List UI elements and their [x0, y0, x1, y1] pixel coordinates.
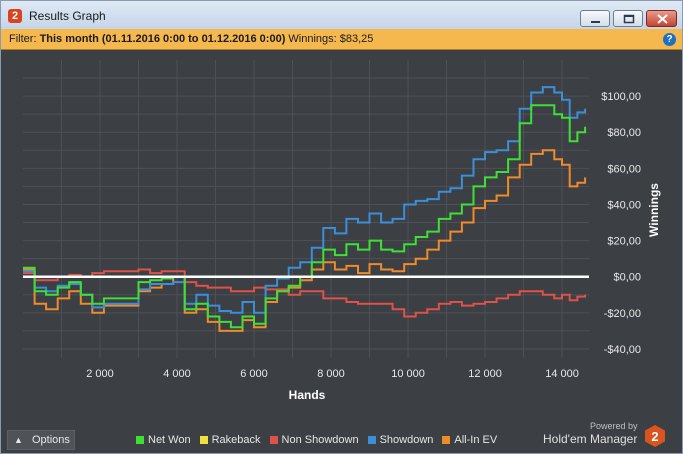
powered-by-text: Powered by: [590, 421, 638, 431]
y-tick-label: $100,00: [601, 91, 641, 103]
chart-grid: [23, 60, 589, 358]
filter-bar[interactable]: Filter: This month (01.11.2016 0:00 to 0…: [1, 29, 682, 50]
options-button[interactable]: ▲ Options: [7, 430, 75, 450]
legend-label: All-In EV: [454, 434, 498, 446]
legend-swatch: [367, 436, 376, 444]
legend-swatch: [442, 436, 451, 444]
legend-swatch: [269, 436, 278, 444]
y-tick-label: -$40,00: [604, 344, 641, 356]
legend-item-all-in-ev[interactable]: All-In EV: [442, 434, 497, 446]
legend-item-net-won[interactable]: Net Won: [136, 434, 191, 446]
minimize-button[interactable]: [580, 10, 610, 27]
app-logo-icon: 2: [8, 9, 22, 23]
y-tick-label: $20,00: [607, 236, 641, 248]
legend-swatch: [136, 436, 144, 444]
y-tick-label: $40,00: [607, 199, 641, 211]
filter-winnings: Winnings: $83,25: [288, 33, 374, 45]
bottom-bar: ▲ Options Net Won Rakeback Non Showdown Sho…: [1, 421, 682, 453]
legend-swatch: [199, 436, 208, 444]
legend-label: Rakeback: [211, 434, 261, 446]
minimize-icon: [591, 21, 600, 23]
maximize-button[interactable]: [613, 10, 643, 27]
x-tick-label: 4 000: [163, 368, 191, 380]
help-icon[interactable]: ?: [663, 33, 676, 46]
filter-summary: Filter: This month (01.11.2016 0:00 to 0…: [9, 33, 373, 45]
legend-label: Non Showdown: [281, 434, 359, 446]
options-label: Options: [32, 434, 70, 446]
x-tick-label: 6 000: [240, 368, 268, 380]
x-tick-label: 8 000: [317, 368, 345, 380]
brand-name: Hold'em Manager: [543, 432, 638, 446]
maximize-icon: [623, 14, 635, 24]
y-tick-label: $80,00: [607, 127, 641, 139]
chevron-up-icon: ▲: [14, 435, 23, 445]
legend-item-rakeback[interactable]: Rakeback: [199, 434, 261, 446]
close-icon: [657, 14, 668, 24]
results-chart: 2 000 4 000 6 000 8 000 10 000 12 000 14 000 -$…: [1, 50, 682, 427]
legend-label: Net Won: [148, 434, 191, 446]
y-tick-label: -$20,00: [604, 308, 641, 320]
legend-item-non-showdown[interactable]: Non Showdown: [269, 434, 359, 446]
title-bar[interactable]: 2 Results Graph: [1, 1, 682, 29]
results-graph-window: 2 Results Graph Filter: This month (01.1…: [0, 0, 683, 454]
x-tick-label: 14 000: [545, 368, 579, 380]
x-tick-label: 2 000: [86, 368, 114, 380]
filter-prefix: Filter:: [9, 33, 37, 45]
window-title: Results Graph: [29, 9, 106, 23]
close-button[interactable]: [646, 10, 677, 27]
results-chart-svg: 2 000 4 000 6 000 8 000 10 000 12 000 14 000 -$…: [23, 60, 661, 402]
filter-period: This month (01.11.2016 0:00 to 01.12.201…: [39, 33, 286, 45]
legend-item-showdown[interactable]: Showdown: [367, 434, 434, 446]
hem2-logo-icon: 2: [645, 425, 665, 447]
x-tick-label: 10 000: [391, 368, 425, 380]
y-tick-label: $0,00: [613, 272, 641, 284]
x-axis-label: Hands: [289, 388, 326, 402]
y-tick-label: $60,00: [607, 163, 641, 175]
legend-label: Showdown: [379, 434, 434, 446]
brand-logo-text: 2: [651, 429, 658, 444]
chart-legend: Net Won Rakeback Non Showdown Showdown All-I…: [136, 432, 497, 448]
y-axis-label: Winnings: [647, 183, 661, 237]
x-tick-label: 12 000: [468, 368, 502, 380]
